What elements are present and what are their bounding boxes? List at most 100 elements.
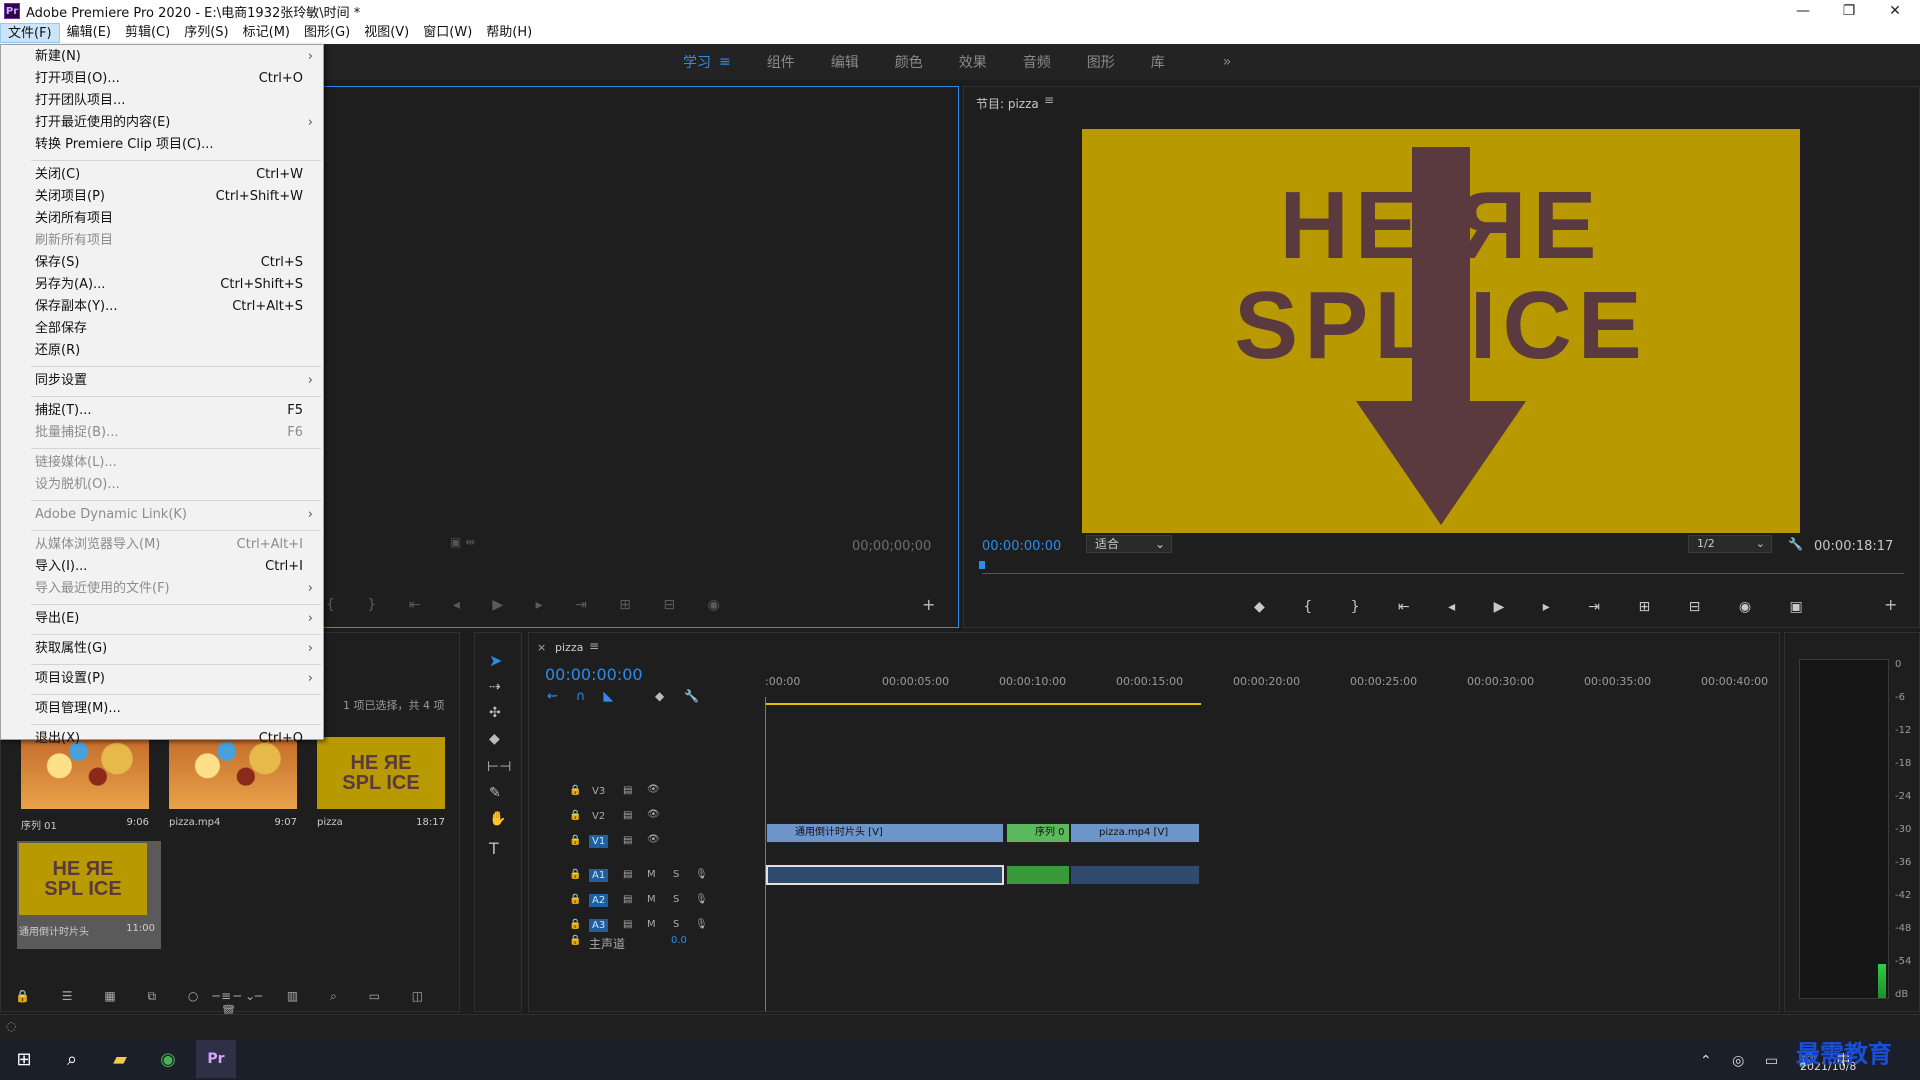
workspace-tab-assembly[interactable]: 组件 xyxy=(767,52,795,72)
file-menu-item-26[interactable]: 项目管理(M)... xyxy=(1,699,323,719)
solo-button[interactable]: S xyxy=(673,919,679,930)
menu-7[interactable]: 窗口(W) xyxy=(416,23,479,43)
sync-lock-icon[interactable]: ▤ xyxy=(623,835,632,846)
video-clip[interactable]: 通用倒计时片头 [V] xyxy=(766,823,1004,843)
file-menu-item-7[interactable]: 关闭所有项目 xyxy=(1,209,323,229)
ripple-edit-tool-icon[interactable]: ✣ xyxy=(489,705,501,721)
lock-icon[interactable]: 🔒 xyxy=(569,919,581,930)
track-label[interactable]: V2 xyxy=(589,810,608,823)
hand-tool-icon[interactable]: ✋ xyxy=(489,811,506,827)
file-menu-item-27[interactable]: 退出(X) Ctrl+Q xyxy=(1,729,323,749)
microphone-icon[interactable]: 🎙 xyxy=(695,894,708,905)
sync-lock-icon[interactable]: ▤ xyxy=(623,919,632,930)
track-label[interactable]: A1 xyxy=(589,869,609,882)
workspace-tab-color[interactable]: 颜色 xyxy=(895,52,923,72)
sync-lock-icon[interactable]: ▤ xyxy=(623,869,632,880)
file-menu-item-13[interactable]: 还原(R) xyxy=(1,341,323,361)
program-scrubber[interactable] xyxy=(979,561,1904,581)
eye-icon[interactable]: 👁 xyxy=(647,784,660,795)
file-menu-item-11[interactable]: 保存副本(Y)... Ctrl+Alt+S xyxy=(1,297,323,317)
menu-0[interactable]: 文件(F) xyxy=(0,23,60,43)
minimize-button[interactable]: — xyxy=(1780,0,1826,22)
program-transport-controls[interactable]: ◆ { } ⇤ ◂ ▶ ▸ ⇥ ⊞ ⊟ ◉ ▣ xyxy=(1254,599,1820,615)
track-select-tool-icon[interactable]: ⇢ xyxy=(489,679,501,695)
lock-icon[interactable]: 🔒 xyxy=(569,810,581,821)
solo-button[interactable]: S xyxy=(673,869,679,880)
file-menu-item-2[interactable]: 打开团队项目... xyxy=(1,91,323,111)
menu-5[interactable]: 图形(G) xyxy=(297,23,357,43)
eye-icon[interactable]: 👁 xyxy=(647,834,660,845)
sync-lock-icon[interactable]: ▤ xyxy=(623,894,632,905)
track-label[interactable]: A3 xyxy=(589,919,609,932)
mute-button[interactable]: M xyxy=(647,919,656,930)
program-monitor-title[interactable]: 节目: pizza xyxy=(976,95,1039,112)
file-menu-item-10[interactable]: 另存为(A)... Ctrl+Shift+S xyxy=(1,275,323,295)
mute-button[interactable]: M xyxy=(647,869,656,880)
timeline-timecode[interactable]: 00:00:00:00 xyxy=(545,665,643,684)
audio-clip[interactable] xyxy=(1070,865,1200,885)
project-bin-item[interactable]: HE ЯE SPL ICE pizza 18:17 xyxy=(317,737,449,828)
workspace-tab-learn[interactable]: 学习 xyxy=(683,52,711,72)
workspace-tab-effects[interactable]: 效果 xyxy=(959,52,987,72)
workspace-menu-icon[interactable]: ≡ xyxy=(719,54,731,70)
file-menu-item-0[interactable]: 新建(N) › xyxy=(1,47,323,67)
razor-tool-icon[interactable]: ◆ xyxy=(489,731,500,747)
file-menu-item-6[interactable]: 关闭项目(P) Ctrl+Shift+W xyxy=(1,187,323,207)
resolution-dropdown[interactable]: 1/2 ⌄ xyxy=(1688,535,1772,553)
microphone-icon[interactable]: 🎙 xyxy=(695,869,708,880)
menu-6[interactable]: 视图(V) xyxy=(357,23,416,43)
premiere-taskbar-icon[interactable]: Pr xyxy=(196,1040,236,1078)
source-add-button-icon[interactable]: + xyxy=(922,595,935,614)
lock-icon[interactable]: 🔒 xyxy=(569,785,581,796)
menu-8[interactable]: 帮助(H) xyxy=(479,23,539,43)
maximize-button[interactable]: ❐ xyxy=(1826,0,1872,22)
file-menu-item-21[interactable]: 导入(I)... Ctrl+I xyxy=(1,557,323,577)
timeline-tab[interactable]: pizza xyxy=(555,641,583,654)
track-label[interactable]: A2 xyxy=(589,894,609,907)
pen-tool-icon[interactable]: ✎ xyxy=(489,785,501,801)
video-clip[interactable]: pizza.mp4 [V] xyxy=(1070,823,1200,843)
panel-menu-icon[interactable]: ≡ xyxy=(1044,93,1054,107)
workspace-tab-editing[interactable]: 编辑 xyxy=(831,52,859,72)
slip-tool-icon[interactable]: ⊢⊣ xyxy=(487,759,511,775)
program-add-button-icon[interactable]: + xyxy=(1884,595,1897,614)
work-area-bar[interactable] xyxy=(765,703,1201,705)
audio-clip[interactable] xyxy=(766,865,1004,885)
track-label[interactable]: V1 xyxy=(589,835,609,848)
project-bin-item[interactable]: HE ЯE SPL ICE 通用倒计时片头 11:00 xyxy=(17,841,161,949)
file-menu-item-3[interactable]: 打开最近使用的内容(E) › xyxy=(1,113,323,133)
search-icon[interactable]: ⌕ xyxy=(52,1040,92,1078)
menu-4[interactable]: 标记(M) xyxy=(236,23,297,43)
lock-icon[interactable]: 🔒 xyxy=(569,935,581,946)
file-explorer-icon[interactable]: ▰ xyxy=(100,1040,140,1078)
menu-2[interactable]: 剪辑(C) xyxy=(118,23,177,43)
playhead[interactable] xyxy=(765,697,766,1011)
wrench-icon[interactable]: 🔧 xyxy=(1788,537,1803,551)
eye-icon[interactable]: 👁 xyxy=(647,809,660,820)
file-menu-item-5[interactable]: 关闭(C) Ctrl+W xyxy=(1,165,323,185)
solo-button[interactable]: S xyxy=(673,894,679,905)
source-transport-controls[interactable]: { } ⇤ ◂ ▶ ▸ ⇥ ⊞ ⊟ ◉ xyxy=(326,597,734,613)
program-timecode[interactable]: 00:00:00:00 xyxy=(982,539,1061,554)
file-menu-item-4[interactable]: 转换 Premiere Clip 项目(C)... xyxy=(1,135,323,155)
project-bin-item[interactable]: 序列 01 9:06 xyxy=(21,737,153,832)
audio-clip[interactable] xyxy=(1006,865,1070,885)
chrome-icon[interactable]: ◉ xyxy=(148,1040,188,1078)
timeline-tab-close-icon[interactable]: × xyxy=(537,641,546,654)
file-menu-item-23[interactable]: 导出(E) › xyxy=(1,609,323,629)
menu-3[interactable]: 序列(S) xyxy=(177,23,235,43)
file-menu-item-25[interactable]: 项目设置(P) › xyxy=(1,669,323,689)
menu-1[interactable]: 编辑(E) xyxy=(60,23,118,43)
file-menu-item-9[interactable]: 保存(S) Ctrl+S xyxy=(1,253,323,273)
track-label[interactable]: V3 xyxy=(589,785,608,798)
timeline-menu-icon[interactable]: ≡ xyxy=(589,639,599,653)
project-bin-item[interactable]: pizza.mp4 9:07 xyxy=(169,737,301,828)
file-menu-item-1[interactable]: 打开项目(O)... Ctrl+O xyxy=(1,69,323,89)
mute-button[interactable]: M xyxy=(647,894,656,905)
timeline-marker-wrench-icons[interactable]: ◆🔧 xyxy=(655,689,719,703)
lock-icon[interactable]: 🔒 xyxy=(569,894,581,905)
timeline-toolbar-icons[interactable]: ⇜∩◣ xyxy=(547,689,631,704)
workspace-tab-libraries[interactable]: 库 xyxy=(1151,52,1165,72)
workspace-tab-graphics[interactable]: 图形 xyxy=(1087,52,1115,72)
windows-start-icon[interactable]: ⊞ xyxy=(4,1040,44,1078)
